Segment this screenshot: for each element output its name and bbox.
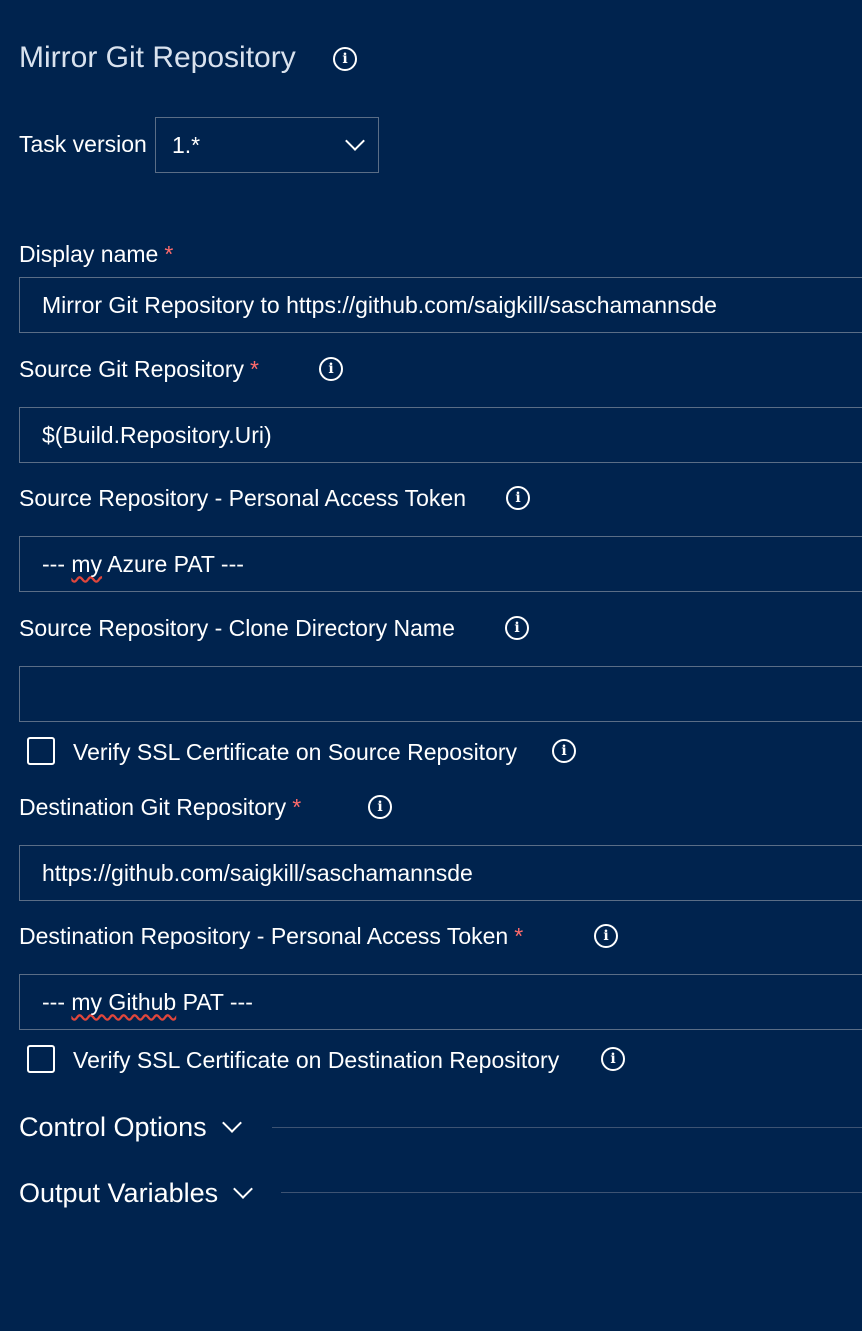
required-marker: * bbox=[164, 241, 174, 267]
chevron-down-icon bbox=[345, 131, 365, 151]
info-icon[interactable]: i bbox=[552, 739, 576, 763]
info-icon[interactable]: i bbox=[506, 486, 530, 510]
control-options-toggle[interactable]: Control Options bbox=[19, 1110, 242, 1144]
destination-pat-label-text: Destination Repository - Personal Access… bbox=[19, 923, 509, 949]
destination-repo-input[interactable]: https://github.com/saigkill/saschamannsd… bbox=[19, 845, 862, 901]
verify-ssl-source-label: Verify SSL Certificate on Source Reposit… bbox=[73, 739, 518, 765]
divider bbox=[281, 1192, 862, 1193]
task-version-select[interactable]: 1.* bbox=[155, 117, 379, 173]
task-version-value: 1.* bbox=[172, 131, 201, 158]
source-pat-input[interactable]: --- my Azure PAT --- bbox=[19, 536, 862, 592]
source-repo-label: Source Git Repository * bbox=[19, 354, 259, 384]
task-version-label: Task version bbox=[19, 131, 147, 157]
display-name-label-text: Display name bbox=[19, 241, 159, 267]
output-variables-toggle[interactable]: Output Variables bbox=[19, 1176, 254, 1210]
divider bbox=[272, 1127, 862, 1128]
required-marker: * bbox=[292, 794, 302, 820]
source-repo-input[interactable]: $(Build.Repository.Uri) bbox=[19, 407, 862, 463]
chevron-down-icon bbox=[221, 1113, 242, 1133]
destination-pat-label: Destination Repository - Personal Access… bbox=[19, 921, 523, 951]
source-repo-label-text: Source Git Repository bbox=[19, 356, 244, 382]
source-pat-value: --- my Azure PAT --- bbox=[42, 550, 244, 577]
display-name-input[interactable]: Mirror Git Repository to https://github.… bbox=[19, 277, 862, 333]
destination-repo-value: https://github.com/saigkill/saschamannsd… bbox=[42, 859, 473, 886]
required-marker: * bbox=[249, 356, 259, 382]
info-icon[interactable]: i bbox=[319, 357, 343, 381]
source-repo-value: $(Build.Repository.Uri) bbox=[42, 421, 272, 448]
destination-pat-value: --- my Github PAT --- bbox=[42, 988, 253, 1015]
display-name-value: Mirror Git Repository to https://github.… bbox=[42, 291, 717, 318]
destination-pat-input[interactable]: --- my Github PAT --- bbox=[19, 974, 862, 1030]
destination-repo-label-text: Destination Git Repository bbox=[19, 794, 287, 820]
destination-repo-label: Destination Git Repository * bbox=[19, 792, 301, 822]
source-pat-label: Source Repository - Personal Access Toke… bbox=[19, 485, 467, 511]
chevron-down-icon bbox=[233, 1179, 254, 1199]
info-icon[interactable]: i bbox=[333, 47, 357, 71]
page-title: Mirror Git Repository bbox=[19, 41, 296, 74]
verify-ssl-source-checkbox[interactable] bbox=[27, 737, 55, 765]
info-icon[interactable]: i bbox=[594, 924, 618, 948]
info-icon[interactable]: i bbox=[601, 1047, 625, 1071]
output-variables-title: Output Variables bbox=[19, 1178, 219, 1208]
info-icon[interactable]: i bbox=[368, 795, 392, 819]
info-icon[interactable]: i bbox=[505, 616, 529, 640]
source-clone-dir-input[interactable] bbox=[19, 666, 862, 722]
verify-ssl-destination-label: Verify SSL Certificate on Destination Re… bbox=[73, 1047, 560, 1073]
verify-ssl-destination-checkbox[interactable] bbox=[27, 1045, 55, 1073]
task-editor-panel: Mirror Git Repository i Task version 1.*… bbox=[0, 0, 862, 1331]
control-options-title: Control Options bbox=[19, 1112, 207, 1142]
source-clone-dir-label: Source Repository - Clone Directory Name bbox=[19, 615, 455, 641]
display-name-label: Display name * bbox=[19, 239, 173, 269]
required-marker: * bbox=[514, 923, 524, 949]
